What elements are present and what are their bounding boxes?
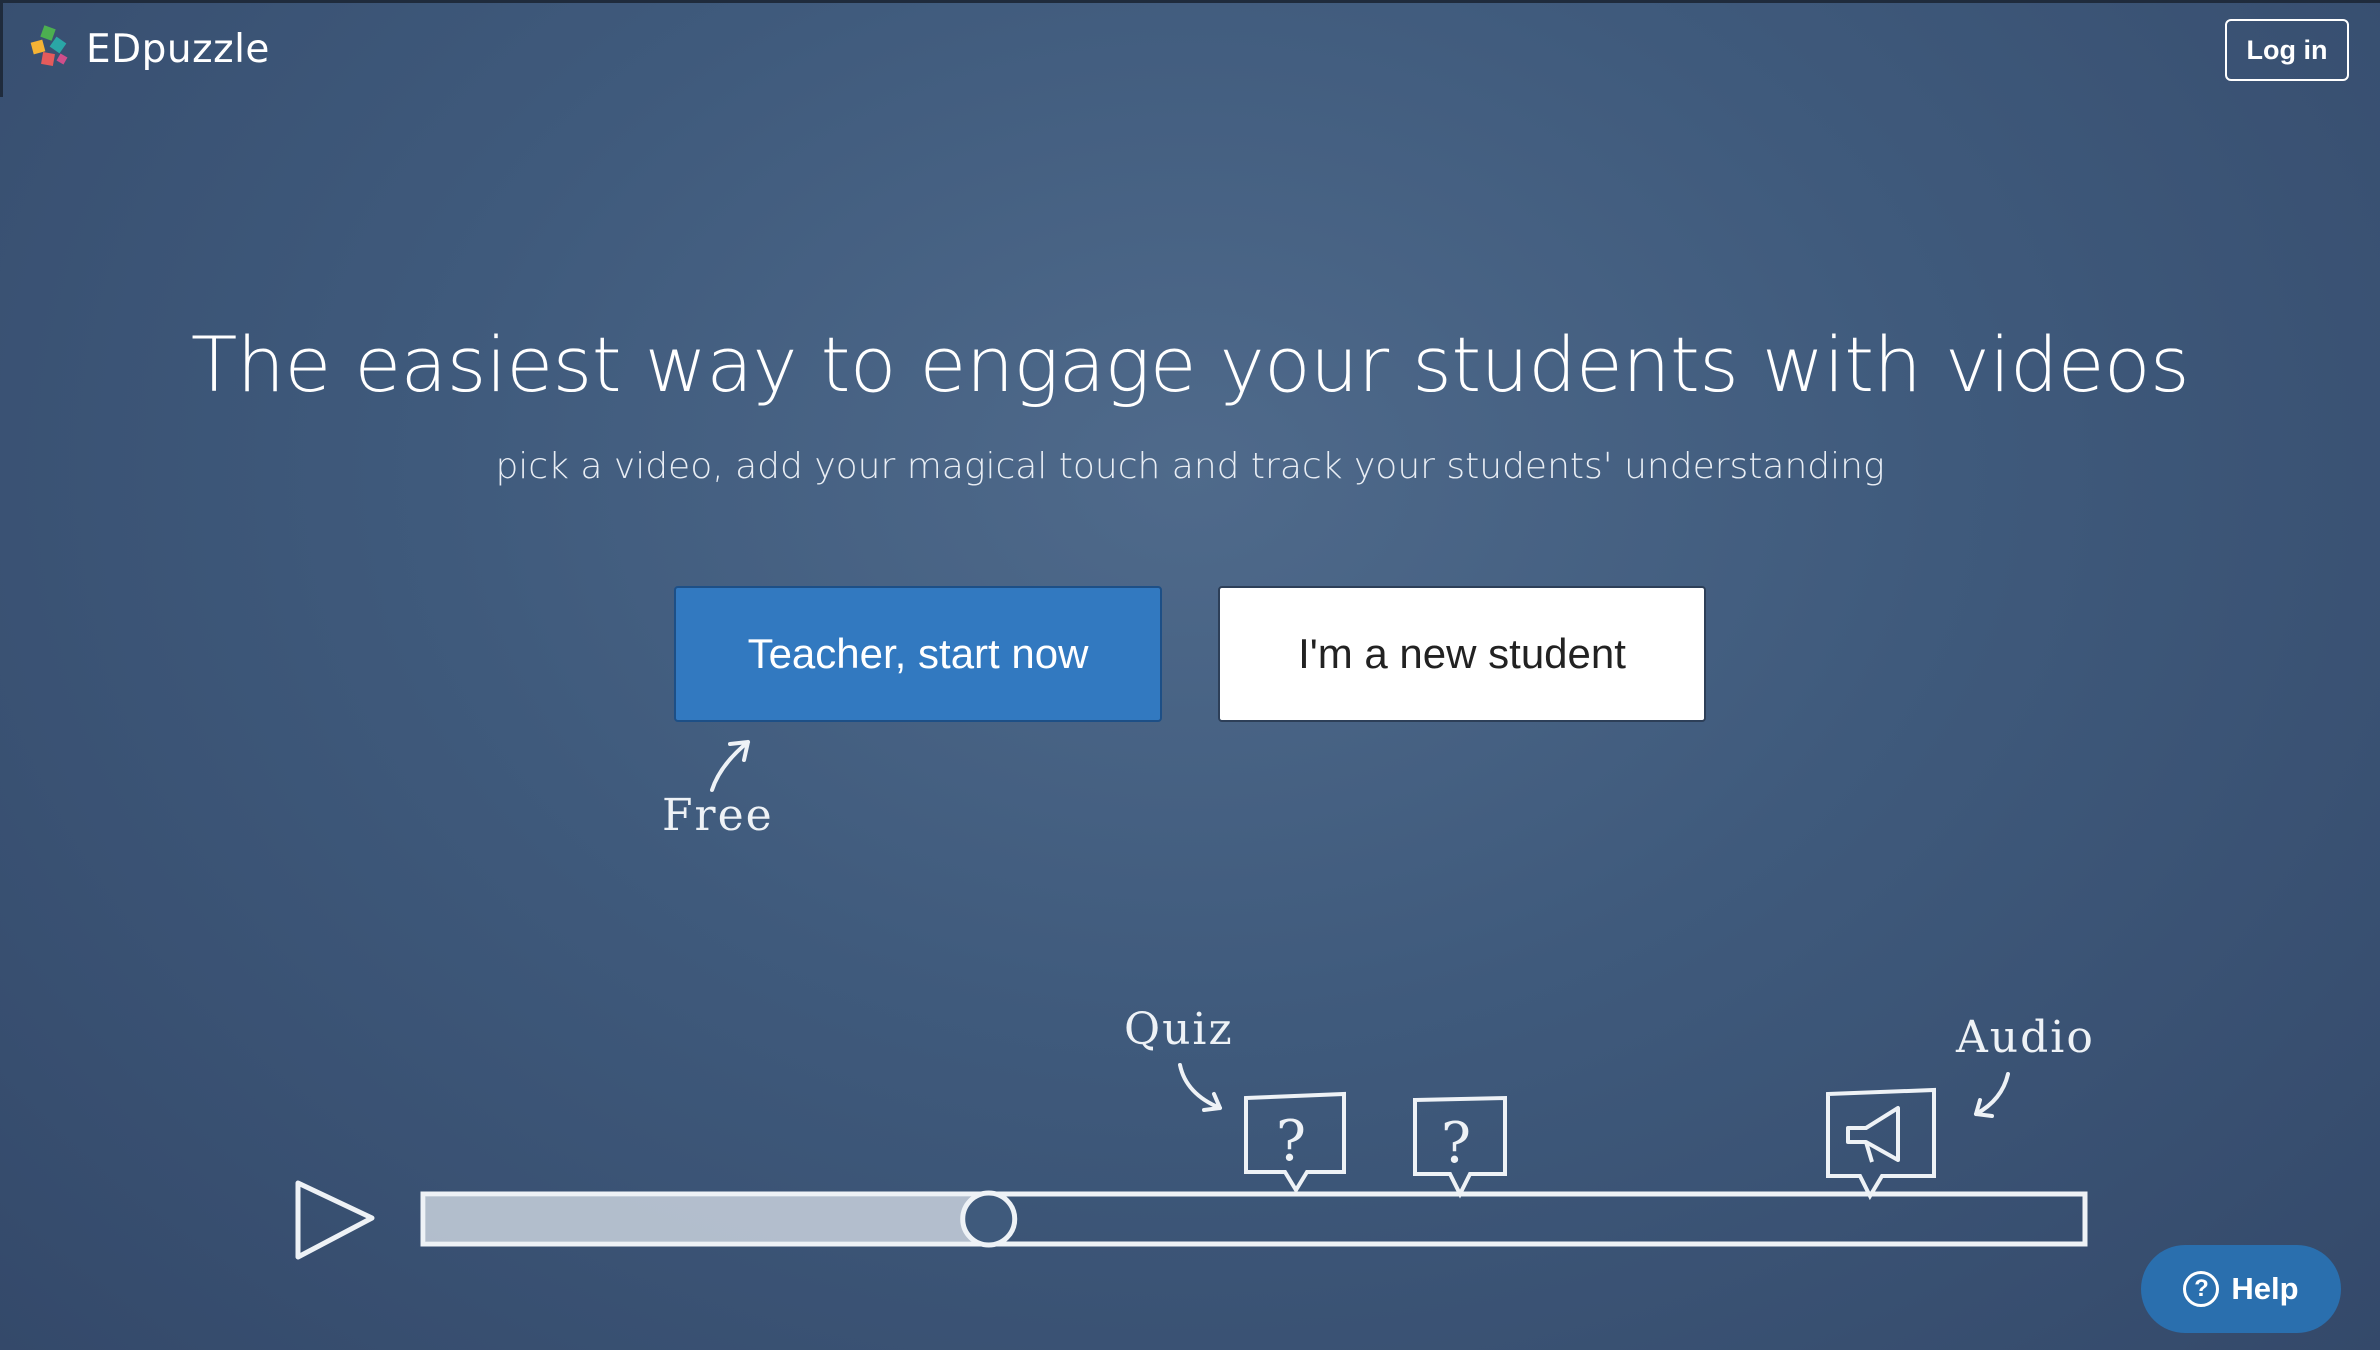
megaphone-icon <box>1846 1106 1900 1163</box>
free-arrow-icon <box>710 740 750 792</box>
puzzle-logo-icon <box>30 25 68 66</box>
new-student-button[interactable]: I'm a new student <box>1218 586 1706 722</box>
svg-text:?: ? <box>1441 1111 1471 1176</box>
free-label: Free <box>662 790 774 841</box>
audio-label: Audio <box>1956 1012 2095 1063</box>
hero-title: The easiest way to engage your students … <box>190 320 2190 409</box>
chalk-illustration: ? ? <box>295 740 2088 1260</box>
play-icon <box>295 1180 375 1260</box>
help-label: Help <box>2231 1271 2299 1306</box>
quiz-bubble-icon <box>1413 1095 1507 1199</box>
login-button[interactable]: Log in <box>2225 19 2349 81</box>
quiz-label: Quiz <box>1124 1004 1234 1055</box>
timeline-bar <box>420 1191 2088 1247</box>
quiz-arrow-icon <box>1178 1063 1222 1112</box>
audio-bubble-icon <box>1826 1087 1936 1201</box>
timeline-knob <box>960 1190 1018 1248</box>
brand-logo[interactable]: EDpuzzle <box>28 21 270 77</box>
brand-name: EDpuzzle <box>86 26 270 72</box>
audio-arrow-icon <box>1974 1072 2010 1118</box>
help-button[interactable]: ? Help <box>2141 1245 2341 1333</box>
quiz-bubble-icon <box>1244 1091 1346 1194</box>
svg-text:?: ? <box>1276 1109 1306 1174</box>
top-navigation: EDpuzzle Log in <box>0 0 2380 97</box>
hero-subtitle: pick a video, add your magical touch and… <box>495 446 1885 487</box>
timeline-progress <box>425 1196 989 1242</box>
left-edge-line <box>0 3 3 97</box>
teacher-start-button[interactable]: Teacher, start now <box>674 586 1162 722</box>
question-circle-icon: ? <box>2183 1271 2220 1307</box>
